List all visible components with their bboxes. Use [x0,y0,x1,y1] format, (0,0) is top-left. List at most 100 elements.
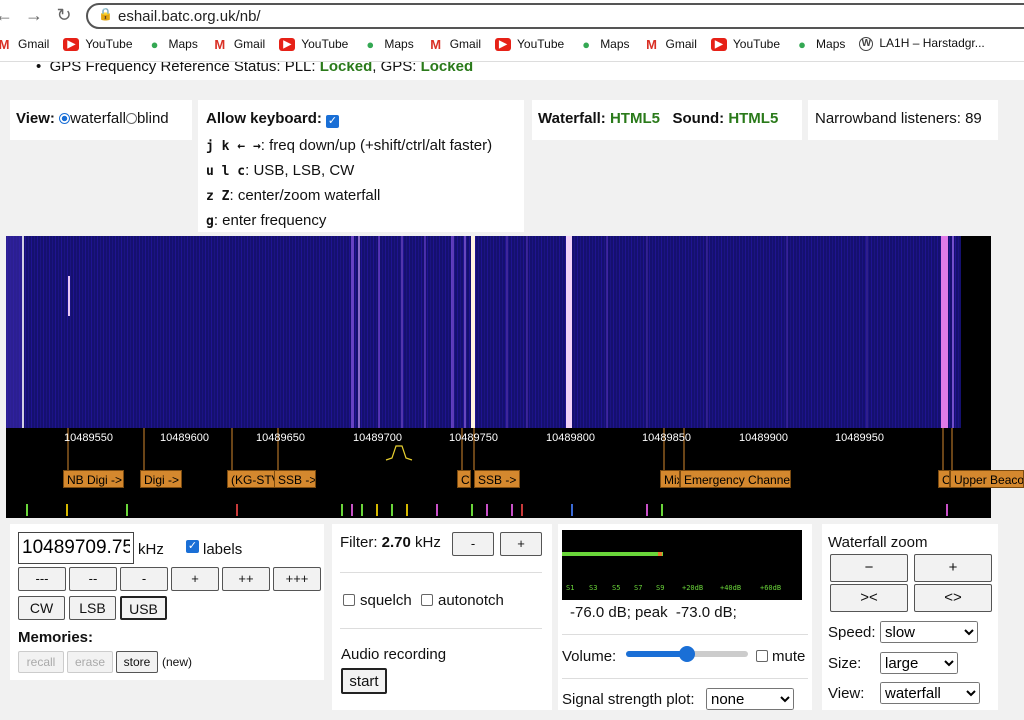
squelch-checkbox[interactable] [343,594,355,606]
step-up-small-button[interactable]: + [171,567,219,591]
band-label-cw[interactable]: CW [457,470,471,488]
filter-unit: kHz [415,534,441,551]
zoom-title: Waterfall zoom [828,534,928,551]
bookmark-label: Gmail [18,36,50,51]
band-label-upper-beacon[interactable]: Upper Beacon [950,470,1024,488]
speed-select[interactable]: slow [880,621,978,643]
step-up-large-button[interactable]: +++ [273,567,321,591]
s-meter: S1 S3 S5 S7 S9 +20dB +40dB +60dB [562,530,802,600]
bookmark-label: Gmail [449,36,482,51]
bookmark-item[interactable]: ● Maps [362,37,414,51]
browser-chrome: ← → ↻ 🔒 eshail.batc.org.uk/nb/ M Gmail ▶ Yo… [0,0,1024,62]
waterfall-radio[interactable] [59,113,71,124]
filter-value: 2.70 [381,534,411,551]
bookmark-item[interactable]: ▶ YouTube [63,36,133,51]
maps-icon: ● [362,37,379,51]
bookmark-item[interactable]: ▶ YouTube [495,37,564,51]
address-bar[interactable]: 🔒 eshail.batc.org.uk/nb/ [86,3,1024,29]
key-combo: u l c [206,164,246,179]
audio-recording-title: Audio recording [341,646,447,663]
youtube-icon: ▶ [63,37,80,51]
band-label-ssb[interactable]: SSB -> [274,470,316,488]
band-label-nb-digi[interactable]: NB Digi -> [63,470,124,488]
volume-knob[interactable] [679,646,695,662]
bookmark-item[interactable]: ▶ YouTube [279,37,348,51]
zoom-out-button[interactable]: − [830,554,908,582]
sound-status-value: HTML5 [728,110,779,127]
band-label-emergency[interactable]: Emergency Channel [680,470,791,488]
zoom-center-button[interactable]: >< [830,584,908,612]
mute-checkbox[interactable] [756,650,768,662]
bookmark-item[interactable]: ▶ YouTube [710,37,780,51]
recall-button[interactable]: recall [18,651,64,673]
freq-tick: 10489950 [835,432,884,444]
s-meter-label: S1 [566,584,575,592]
volume-fill [626,651,687,657]
freq-tick: 10489650 [256,432,305,444]
freq-tick: 10489700 [353,432,402,444]
bookmark-label: Gmail [665,36,697,51]
step-down-medium-button[interactable]: -- [69,567,117,591]
band-label-mix[interactable]: Mix [660,470,680,488]
view-select[interactable]: waterfall [880,682,980,704]
band-label-digi[interactable]: Digi -> [140,470,182,488]
s-meter-label: S5 [612,584,621,592]
mode-cw-button[interactable]: CW [18,596,65,620]
allow-keyboard-checkbox[interactable]: ✓ [326,115,340,128]
autonotch-label: autonotch [438,592,504,609]
bookmark-item[interactable]: M Gmail [0,37,49,51]
bookmark-item[interactable]: ● Maps [578,37,630,51]
key-desc: : freq down/up (+shift/ctrl/alt faster) [260,137,493,154]
bookmark-label: YouTube [85,36,133,51]
band-label-ssb-upper[interactable]: SSB -> [474,470,520,488]
freq-tick: 10489850 [642,432,691,444]
divider [562,634,808,635]
zoom-full-button[interactable]: <> [914,584,992,612]
reload-icon[interactable]: ↻ [54,4,74,26]
labels-checkbox[interactable]: ✓ [186,540,199,553]
bookmark-item[interactable]: M Gmail [211,37,265,51]
size-select[interactable]: large [880,652,958,674]
step-up-medium-button[interactable]: ++ [222,567,270,591]
back-icon[interactable]: ← [0,4,14,26]
gps-prefix: GPS Frequency Reference Status: PLL: [49,62,320,75]
filter-panel: Filter: 2.70 kHz - + squelch autonotch A… [332,524,552,710]
waterfall-display[interactable] [6,236,991,428]
s-meter-label: +60dB [760,584,782,592]
autonotch-checkbox[interactable] [421,594,433,606]
bookmark-item[interactable]: M Gmail [427,36,482,51]
memories-title: Memories: [18,629,94,646]
blind-radio[interactable] [125,113,137,124]
bookmark-item[interactable]: W LA1H – Harstadgr... [859,36,985,52]
forward-icon[interactable]: → [24,4,44,26]
record-start-button[interactable]: start [341,668,387,694]
keyboard-title: Allow keyboard: [206,110,322,127]
mode-usb-button[interactable]: USB [120,596,167,620]
band-label-c[interactable]: C [938,470,950,488]
erase-button[interactable]: erase [67,651,113,673]
frequency-unit: kHz [138,541,164,558]
step-down-small-button[interactable]: - [120,567,168,591]
signal-plot-select[interactable]: none [706,688,794,710]
bookmark-item[interactable]: ● Maps [146,37,198,51]
bookmark-item[interactable]: ● Maps [794,37,845,51]
filter-widen-button[interactable]: + [500,532,542,556]
volume-slider[interactable] [626,646,748,662]
step-down-large-button[interactable]: --- [18,567,66,591]
mode-lsb-button[interactable]: LSB [69,596,116,620]
filter-narrow-button[interactable]: - [452,532,494,556]
bookmark-item[interactable]: M Gmail [643,36,697,51]
zoom-in-button[interactable]: + [914,554,992,582]
frequency-input[interactable] [18,532,134,564]
freq-tick: 10489750 [449,432,498,444]
maps-icon: ● [794,37,811,51]
bookmark-label: LA1H – Harstadgr... [879,36,985,51]
s-meter-bar [562,552,663,556]
filter-label: Filter: [340,534,378,551]
band-label-kg-stv[interactable]: (KG-STV [227,470,277,488]
store-button[interactable]: store [116,651,158,673]
divider [562,678,808,679]
frequency-scale[interactable]: 10489550 10489600 10489650 10489700 1048… [6,428,1024,518]
gmail-icon: M [0,37,12,51]
mute-label: mute [772,648,806,665]
